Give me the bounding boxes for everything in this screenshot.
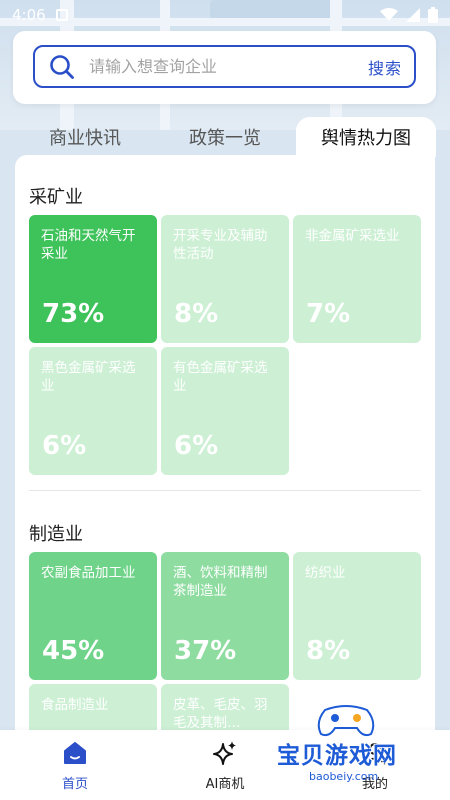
notification-icon	[55, 9, 68, 21]
tab-sentiment-heatmap[interactable]: 舆情热力图	[296, 117, 436, 157]
tab-bar: 商业快讯 政策一览 舆情热力图	[0, 117, 450, 157]
heat-cell[interactable]: 开采专业及辅助性活动 8%	[161, 215, 289, 343]
nav-home[interactable]: 首页	[0, 730, 150, 800]
cell-name: 食品制造业	[41, 697, 109, 713]
heat-cell[interactable]: 皮革、毛皮、羽毛及其制…	[161, 684, 289, 735]
cell-name: 农副食品加工业	[41, 565, 136, 581]
section-divider	[29, 490, 421, 491]
cell-name: 皮革、毛皮、羽毛及其制…	[173, 697, 268, 731]
cell-percent: 8%	[306, 636, 351, 666]
cell-name: 石油和天然气开采业	[41, 228, 136, 262]
tab-business-news[interactable]: 商业快讯	[20, 117, 150, 157]
nav-label: AI商机	[205, 777, 245, 792]
cell-name: 开采专业及辅助性活动	[173, 228, 268, 262]
search-button[interactable]: 搜索	[368, 55, 402, 79]
cell-percent: 45%	[42, 636, 105, 666]
signal-icon	[406, 8, 420, 22]
watermark: 宝贝游戏网 baobeiy.com	[275, 700, 425, 795]
heat-cell[interactable]: 非金属矿采选业 7%	[293, 215, 421, 343]
heat-cell[interactable]: 有色金属矿采选业 6%	[161, 347, 289, 475]
nav-label: 首页	[61, 777, 88, 792]
watermark-url: baobeiy.com	[309, 770, 379, 783]
watermark-text: 宝贝游戏网	[277, 743, 397, 769]
heat-cell[interactable]: 纺织业 8%	[293, 552, 421, 680]
cell-name: 非金属矿采选业	[305, 228, 400, 244]
search-icon	[50, 54, 74, 79]
heat-cell[interactable]: 食品制造业	[29, 684, 157, 735]
status-bar: 4:06	[0, 0, 450, 30]
heat-cell[interactable]: 农副食品加工业 45%	[29, 552, 157, 680]
heatmap-panel: 采矿业 石油和天然气开采业 73% 开采专业及辅助性活动 8% 非金属矿采选业 …	[15, 155, 435, 735]
cell-percent: 6%	[42, 431, 87, 461]
cell-percent: 7%	[306, 299, 351, 329]
search-box[interactable]: 搜索	[33, 45, 416, 88]
battery-icon	[428, 7, 438, 23]
cell-name: 酒、饮料和精制茶制造业	[173, 565, 268, 599]
search-card: 搜索	[13, 31, 436, 104]
search-input[interactable]	[89, 57, 368, 76]
cell-name: 纺织业	[305, 565, 346, 581]
tab-policy-overview[interactable]: 政策一览	[160, 117, 290, 157]
heat-cell[interactable]: 石油和天然气开采业 73%	[29, 215, 157, 343]
heat-cell[interactable]: 酒、饮料和精制茶制造业 37%	[161, 552, 289, 680]
home-icon	[64, 742, 86, 764]
cell-percent: 6%	[174, 431, 219, 461]
wifi-icon	[380, 8, 398, 21]
cell-name: 有色金属矿采选业	[173, 360, 268, 394]
cell-percent: 37%	[174, 636, 237, 666]
heat-cell[interactable]: 黑色金属矿采选业 6%	[29, 347, 157, 475]
gamepad-icon	[317, 705, 375, 737]
section-title-mining: 采矿业	[29, 187, 83, 208]
status-time: 4:06	[12, 6, 46, 24]
section-title-manufacturing: 制造业	[29, 524, 83, 545]
cell-percent: 73%	[42, 299, 105, 329]
cell-name: 黑色金属矿采选业	[41, 360, 136, 394]
cell-percent: 8%	[174, 299, 219, 329]
sparkle-icon	[213, 741, 236, 765]
